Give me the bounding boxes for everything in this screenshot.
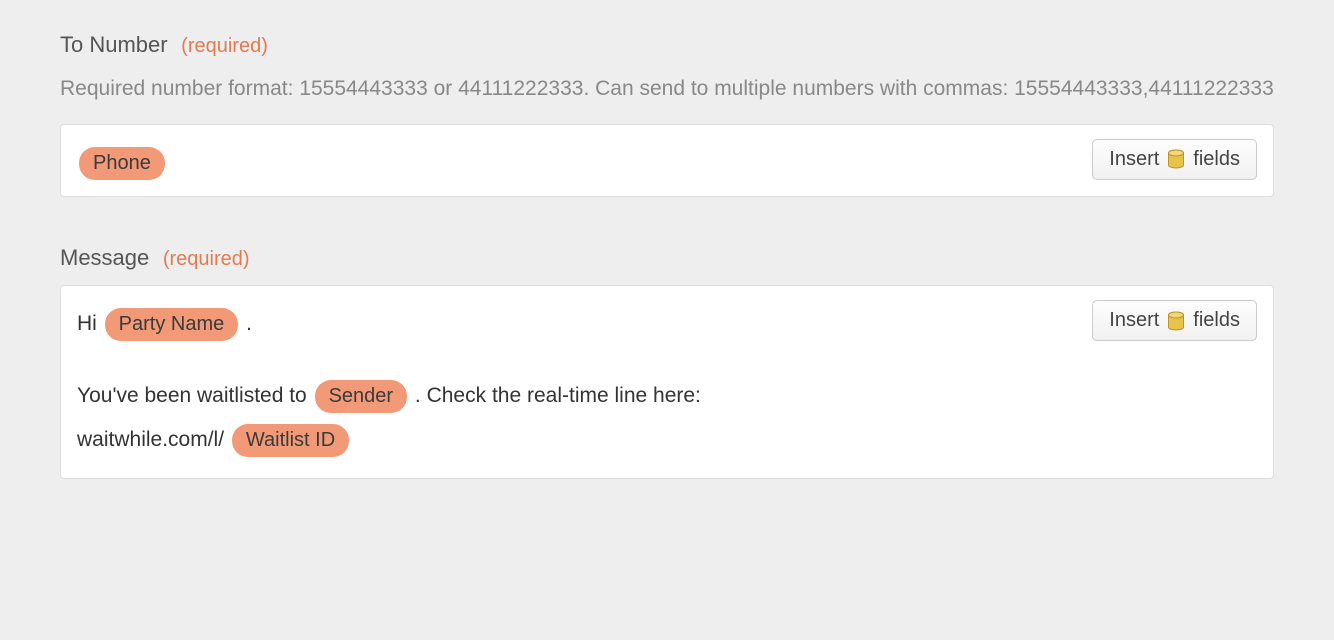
insert-fields-button[interactable]: Insert fields xyxy=(1092,139,1257,180)
to-number-label-row: To Number (required) xyxy=(60,32,1274,58)
waitlist-id-pill[interactable]: Waitlist ID xyxy=(232,424,349,457)
insert-prefix: Insert xyxy=(1109,148,1159,171)
required-tag: (required) xyxy=(181,35,268,57)
sender-pill[interactable]: Sender xyxy=(315,380,408,413)
message-line-1: Hi Party Name . xyxy=(77,304,1080,344)
message-content: Hi Party Name . You've been waitlisted t… xyxy=(77,300,1080,464)
to-number-label: To Number xyxy=(60,32,168,57)
text-segment: . Check the real-time line here: xyxy=(415,384,701,407)
insert-prefix: Insert xyxy=(1109,309,1159,332)
database-icon xyxy=(1167,311,1185,331)
required-tag: (required) xyxy=(163,248,250,270)
phone-pill[interactable]: Phone xyxy=(79,147,165,180)
message-line-2: You've been waitlisted to Sender . Check… xyxy=(77,376,1080,416)
blank-line xyxy=(77,348,1080,372)
message-field: Message (required) Hi Party Name . You'v… xyxy=(60,245,1274,479)
insert-suffix: fields xyxy=(1193,309,1240,332)
database-icon xyxy=(1167,149,1185,169)
insert-suffix: fields xyxy=(1193,148,1240,171)
to-number-content: Phone xyxy=(77,139,1080,183)
message-label: Message xyxy=(60,245,149,270)
to-number-help: Required number format: 15554443333 or 4… xyxy=(60,72,1274,106)
text-segment: Hi xyxy=(77,312,103,335)
message-label-row: Message (required) xyxy=(60,245,1274,271)
party-name-pill[interactable]: Party Name xyxy=(105,308,239,341)
text-segment: You've been waitlisted to xyxy=(77,384,313,407)
message-input[interactable]: Hi Party Name . You've been waitlisted t… xyxy=(60,285,1274,479)
message-line-3: waitwhile.com/l/ Waitlist ID xyxy=(77,420,1080,460)
text-segment: waitwhile.com/l/ xyxy=(77,428,230,451)
text-segment: . xyxy=(246,312,252,335)
insert-fields-button[interactable]: Insert fields xyxy=(1092,300,1257,341)
to-number-input[interactable]: Phone Insert fields xyxy=(60,124,1274,198)
to-number-field: To Number (required) Required number for… xyxy=(60,32,1274,197)
